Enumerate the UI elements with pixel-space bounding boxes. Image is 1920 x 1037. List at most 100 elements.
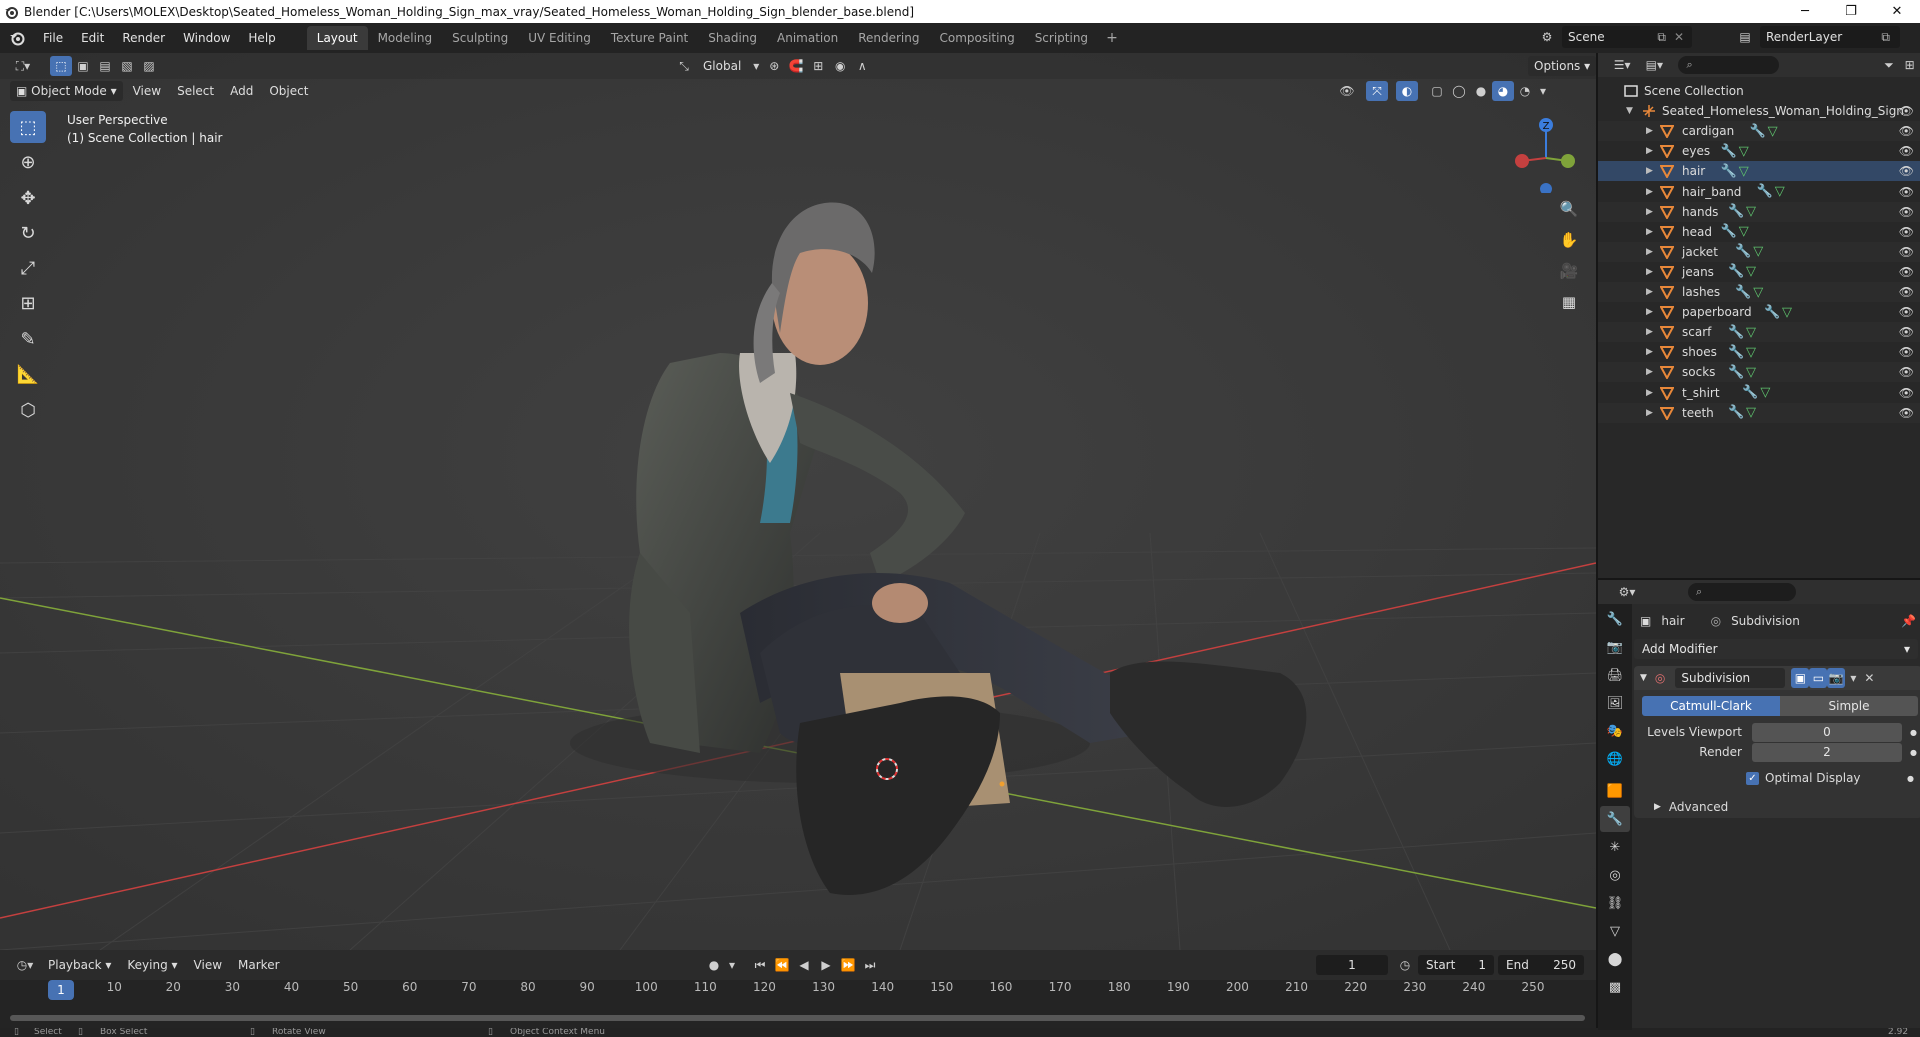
menu-add[interactable]: Add <box>222 81 261 101</box>
outliner-object-row[interactable]: ▶ hair_band 🔧 ▽ 👁 <box>1598 182 1920 202</box>
camera-view-icon[interactable]: 🎥 <box>1555 257 1583 285</box>
modifier-wrench-icon[interactable]: 🔧 <box>1764 305 1780 320</box>
visibility-icon[interactable]: 👁 <box>1336 81 1358 101</box>
menu-view[interactable]: View <box>125 81 169 101</box>
tab-scripting[interactable]: Scripting <box>1025 26 1098 50</box>
timeline-scrollbar[interactable] <box>10 1015 1585 1021</box>
timeline-editor-type-icon[interactable]: ◷▾ <box>10 955 40 975</box>
visibility-eye-icon[interactable]: 👁 <box>1899 205 1914 219</box>
mesh-data-icon[interactable]: ▽ <box>1746 204 1756 219</box>
mesh-data-icon[interactable]: ▽ <box>1739 144 1749 159</box>
play-reverse-icon[interactable]: ◀ <box>793 955 815 975</box>
modifier-wrench-icon[interactable]: 🔧 <box>1728 264 1744 279</box>
mesh-data-icon[interactable]: ▽ <box>1753 285 1763 300</box>
outliner-object-row[interactable]: ▶ scarf 🔧 ▽ 👁 <box>1598 322 1920 343</box>
blender-menu-icon[interactable] <box>0 30 34 46</box>
close-window-button[interactable]: ✕ <box>1874 0 1920 23</box>
remove-scene-icon[interactable]: ✕ <box>1674 30 1684 44</box>
visibility-eye-icon[interactable]: 👁 <box>1899 345 1914 359</box>
jump-keyframe-back-icon[interactable]: ⏪ <box>771 955 793 975</box>
wireframe-shading-icon[interactable]: ◯ <box>1448 81 1470 101</box>
tab-sculpting[interactable]: Sculpting <box>442 26 518 50</box>
play-icon[interactable]: ▶ <box>815 955 837 975</box>
modifier-wrench-icon[interactable]: 🔧 <box>1728 325 1744 340</box>
scale-tool-icon[interactable]: ⤢ <box>10 252 46 284</box>
expand-arrow-icon[interactable]: ▼ <box>1626 106 1633 116</box>
maximize-button[interactable]: ❐ <box>1828 0 1874 23</box>
tab-texture-paint[interactable]: Texture Paint <box>601 26 698 50</box>
collection-row[interactable]: ▼ Seated_Homeless_Woman_Holding_Sign 👁 <box>1598 101 1920 121</box>
snap-target-icon[interactable]: ⊞ <box>807 56 829 76</box>
optimal-display-checkbox[interactable]: ✓ <box>1746 771 1759 785</box>
menu-timeline-view[interactable]: View <box>186 955 230 975</box>
keyframe-dot-icon[interactable]: ● <box>1910 748 1917 757</box>
modifier-wrench-icon[interactable]: 🔧 <box>1721 144 1737 159</box>
jump-start-icon[interactable]: ⏮ <box>749 955 771 975</box>
select-new-icon[interactable]: ▣ <box>72 56 94 76</box>
tab-compositing[interactable]: Compositing <box>929 26 1024 50</box>
expand-arrow-icon[interactable]: ▶ <box>1646 287 1653 297</box>
mesh-data-icon[interactable]: ▽ <box>1746 264 1756 279</box>
navigation-gizmo[interactable]: Z <box>1506 113 1586 193</box>
world-tab-icon[interactable]: 🌐 <box>1600 746 1630 772</box>
end-frame-field[interactable]: End 250 <box>1498 955 1584 975</box>
tab-uv-editing[interactable]: UV Editing <box>518 26 601 50</box>
modifier-wrench-icon[interactable]: 🔧 <box>1728 405 1744 420</box>
scene-collection-row[interactable]: Scene Collection <box>1598 81 1920 101</box>
expand-arrow-icon[interactable]: ▶ <box>1646 146 1653 156</box>
scene-selector[interactable]: Scene ⧉ ✕ <box>1562 26 1692 48</box>
modifier-wrench-icon[interactable]: 🔧 <box>1735 285 1751 300</box>
remove-modifier-icon[interactable]: ✕ <box>1861 668 1877 688</box>
menu-playback[interactable]: Playback ▾ <box>40 955 119 975</box>
properties-search-input[interactable]: ⌕ <box>1688 583 1796 601</box>
visibility-eye-icon[interactable]: 👁 <box>1899 265 1914 279</box>
minimize-button[interactable]: ─ <box>1782 0 1828 23</box>
expand-arrow-icon[interactable]: ▶ <box>1646 408 1653 418</box>
outliner-object-row[interactable]: ▶ socks 🔧 ▽ 👁 <box>1598 362 1920 383</box>
select-box-tool-icon[interactable]: ⬚ <box>10 111 46 143</box>
expand-arrow-icon[interactable]: ▶ <box>1646 307 1653 317</box>
render-tab-icon[interactable]: 📷 <box>1600 634 1630 660</box>
modifier-wrench-icon[interactable]: 🔧 <box>1721 164 1737 179</box>
pin-icon[interactable]: 📌 <box>1901 614 1916 628</box>
keyframe-dot-icon[interactable]: ● <box>1910 728 1917 737</box>
modifier-wrench-icon[interactable]: 🔧 <box>1728 365 1744 380</box>
expand-arrow-icon[interactable]: ▶ <box>1646 207 1653 217</box>
modifier-name-field[interactable]: Subdivision <box>1675 668 1786 688</box>
outliner-object-row[interactable]: ▶ shoes 🔧 ▽ 👁 <box>1598 342 1920 362</box>
outliner-object-row[interactable]: ▶ head 🔧 ▽ 👁 <box>1598 222 1920 242</box>
menu-render[interactable]: Render <box>113 27 174 49</box>
modifier-wrench-icon[interactable]: 🔧 <box>1728 345 1744 360</box>
zoom-icon[interactable]: 🔍 <box>1555 195 1583 223</box>
tab-layout[interactable]: Layout <box>306 26 368 50</box>
simple-button[interactable]: Simple <box>1780 696 1918 716</box>
visibility-eye-icon[interactable]: 👁 <box>1899 185 1914 199</box>
new-collection-icon[interactable]: ⊞ <box>1899 55 1920 75</box>
mesh-data-icon[interactable]: ▽ <box>1746 405 1756 420</box>
tab-modeling[interactable]: Modeling <box>368 26 443 50</box>
rotate-tool-icon[interactable]: ↻ <box>10 217 46 249</box>
pan-hand-icon[interactable]: ✋ <box>1555 226 1583 254</box>
modifier-wrench-icon[interactable]: 🔧 <box>1721 224 1737 239</box>
outliner-object-row[interactable]: ▶ paperboard 🔧 ▽ 👁 <box>1598 302 1920 322</box>
render-toggle-icon[interactable]: 📷 <box>1827 668 1846 688</box>
pivot-point-icon[interactable]: ⊛ <box>763 56 785 76</box>
tab-shading[interactable]: Shading <box>698 26 767 50</box>
editor-type-icon[interactable]: ⛶▾ <box>8 56 38 76</box>
outliner-object-row[interactable]: ▶ t_shirt 🔧 ▽ 👁 <box>1598 383 1920 403</box>
xray-toggle-icon[interactable]: ▢ <box>1426 81 1448 101</box>
current-frame-field[interactable]: 1 <box>1316 955 1388 975</box>
select-invert-icon[interactable]: ▨ <box>138 56 160 76</box>
viewport-scene[interactable] <box>0 53 1596 950</box>
visibility-eye-icon[interactable]: 👁 <box>1899 305 1914 319</box>
expand-arrow-icon[interactable]: ▶ <box>1646 388 1653 398</box>
expand-arrow-icon[interactable]: ▶ <box>1646 227 1653 237</box>
start-frame-field[interactable]: Start 1 <box>1418 955 1494 975</box>
expand-arrow-icon[interactable]: ▶ <box>1646 267 1653 277</box>
visibility-eye-icon[interactable]: 👁 <box>1899 406 1914 420</box>
jump-keyframe-forward-icon[interactable]: ⏩ <box>837 955 859 975</box>
shading-options-icon[interactable]: ▾ <box>1536 81 1550 101</box>
outliner-editor-type-icon[interactable]: ☰▾ <box>1608 55 1636 75</box>
select-mode-icon[interactable]: ⬚ <box>50 56 72 76</box>
material-shading-icon[interactable]: ◕ <box>1492 81 1514 101</box>
